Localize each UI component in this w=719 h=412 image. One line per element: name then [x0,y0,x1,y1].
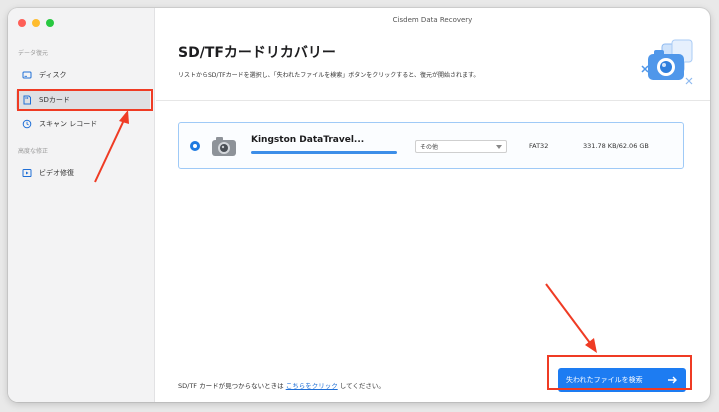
zoom-window-button[interactable] [46,19,54,27]
device-filesystem: FAT32 [529,142,549,150]
footer-note-prefix: SD/TF カードが見つからないときは [178,382,284,390]
device-usage-bar [251,151,397,154]
page-subtitle: リストからSD/TFカードを選択し、「失われたファイルを検索」ボタンをクリックす… [178,72,480,79]
device-usage-fill [251,151,397,154]
app-window: データ復元 ディスク SDカード スキャン レコード 高度な修正 ビデオ修復 C… [8,8,710,402]
section-label-advanced: 高度な修正 [18,148,49,155]
device-type-select[interactable]: その他 [415,140,507,153]
device-type-value: その他 [420,144,439,151]
device-radio-selected[interactable] [190,141,200,151]
device-row-kingston[interactable]: Kingston DataTravel... その他 FAT32 331.78 … [178,122,684,169]
disk-icon [22,70,32,80]
main-panel: SD/TFカードリカバリー リストからSD/TFカードを選択し、「失われたファイ… [156,8,710,402]
click-here-link[interactable]: こちらをクリック [286,382,338,390]
sidebar-item-disk[interactable]: ディスク [16,65,150,85]
header-divider [156,100,710,101]
sidebar-item-label: ディスク [39,71,67,79]
sidebar-item-label: スキャン レコード [39,120,98,128]
history-icon [22,119,32,129]
device-size: 331.78 KB/62.06 GB [583,142,649,150]
footer-note-suffix: してください。 [339,382,385,390]
page-title: SD/TFカードリカバリー [178,45,336,61]
annotation-box-sd-card [17,89,153,111]
minimize-window-button[interactable] [32,19,40,27]
camera-drive-icon [211,135,237,157]
sidebar: データ復元 ディスク SDカード スキャン レコード 高度な修正 ビデオ修復 [8,8,155,402]
device-name: Kingston DataTravel... [251,135,365,145]
chevron-down-icon [496,145,502,149]
sd-camera-illustration-icon [638,38,696,88]
section-label-data-recovery: データ復元 [18,50,49,57]
sidebar-item-scan-record[interactable]: スキャン レコード [16,114,150,134]
sidebar-item-label: ビデオ修復 [39,169,74,177]
video-icon [22,168,32,178]
close-window-button[interactable] [18,19,26,27]
window-controls [18,19,54,27]
annotation-box-scan-button [547,355,692,390]
footer-note: SD/TF カードが見つからないときは こちらをクリック してください。 [178,380,385,390]
sidebar-item-video-repair[interactable]: ビデオ修復 [16,163,150,183]
